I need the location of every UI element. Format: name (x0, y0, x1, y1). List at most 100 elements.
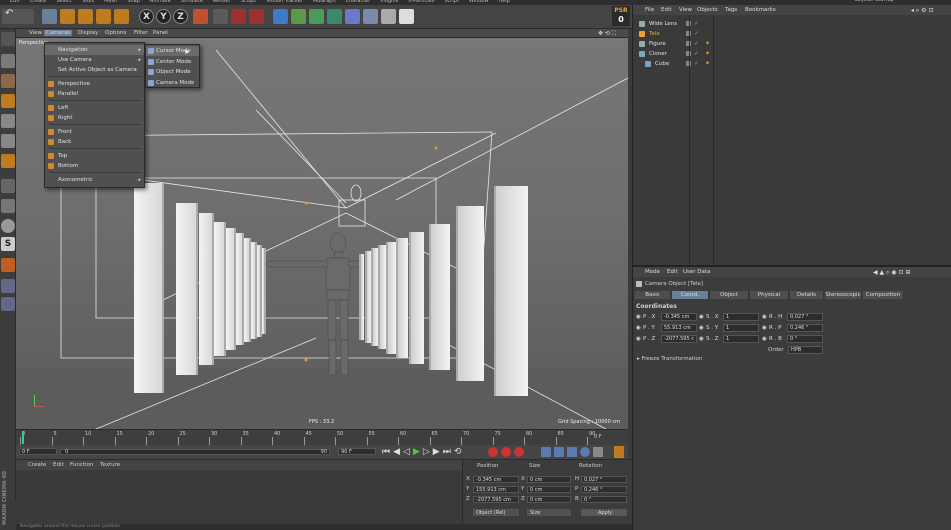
range-slider[interactable]: 0 90 (60, 449, 330, 455)
array-button[interactable] (327, 9, 342, 24)
top-menu-item[interactable]: Window (469, 0, 489, 4)
top-menu-item[interactable]: Help (499, 0, 510, 4)
rotation-field[interactable]: 0.246 ° (581, 486, 627, 493)
next-key-icon[interactable]: ▶ (433, 447, 443, 457)
camera-menu-item[interactable]: Use Camera ▸ (45, 55, 144, 65)
rotation-param-field[interactable]: 0 ° (787, 335, 823, 343)
locked-workplane-button[interactable] (1, 297, 15, 311)
material-menu-edit[interactable]: Edit (53, 462, 64, 468)
apply-button[interactable]: Apply (581, 509, 627, 516)
last-frame-icon[interactable]: ⏭ (443, 447, 454, 457)
coordinate-mode-select[interactable]: Object (Rel) (473, 509, 519, 516)
z-axis-lock-button[interactable]: Z (173, 9, 188, 24)
make-editable-button[interactable] (1, 32, 15, 46)
camera-menu-item[interactable]: Navigation ▸ (45, 45, 144, 55)
scale-param-field[interactable]: 1 (723, 324, 759, 332)
top-menu-item[interactable]: Character (346, 0, 371, 4)
enabled-check-icon[interactable]: ✓ (694, 29, 699, 39)
param-bullet-icon[interactable]: ◉ (762, 336, 767, 342)
material-menu-function[interactable]: Function (70, 462, 93, 468)
cube-clone[interactable] (494, 186, 528, 396)
floor-button[interactable] (363, 9, 378, 24)
autokey-button[interactable] (501, 447, 511, 457)
object-manager-icons[interactable]: ◂ ⌕ ⚙ ⊡ (911, 7, 934, 15)
workplane-button[interactable] (1, 258, 15, 272)
param-bullet-icon[interactable]: ◉ (699, 314, 704, 320)
size-field[interactable]: 0 cm (527, 486, 571, 493)
attribute-tab[interactable]: Stereoscopic (825, 291, 862, 299)
camera-menu-item[interactable]: Axonometric ▸ (45, 175, 144, 185)
polygons-mode-button[interactable] (1, 154, 15, 168)
object-menu-item[interactable]: View (679, 7, 692, 13)
scale-param-field[interactable]: 1 (723, 313, 759, 321)
attribute-tab[interactable]: Details (790, 291, 824, 299)
enabled-check-icon[interactable]: ✓ (694, 59, 699, 69)
viewport-menu-view[interactable]: View (29, 30, 42, 36)
position-field[interactable]: -0.345 cm (473, 476, 519, 483)
key-position-button[interactable] (541, 447, 551, 457)
param-bullet-icon[interactable]: ◉ (699, 336, 704, 342)
top-menu-item[interactable]: Snap (127, 0, 140, 4)
tweak-mode-button[interactable] (1, 199, 15, 213)
object-menu-item[interactable]: Edit (661, 7, 672, 13)
top-menu-item[interactable]: Mesh (104, 0, 117, 4)
attribute-menu-item[interactable]: Mode (645, 269, 660, 275)
rotation-param-field[interactable]: 0.027 ° (787, 313, 823, 321)
top-menu-item[interactable]: Sculpt (241, 0, 257, 4)
material-menu-create[interactable]: Create (28, 462, 46, 468)
top-menu-item[interactable]: Edit (10, 0, 20, 4)
cube-clone[interactable] (456, 206, 484, 381)
snap-button[interactable] (1, 219, 15, 233)
play-icon[interactable]: ▶ (413, 447, 423, 457)
viewport-menu-options[interactable]: Options (105, 30, 126, 36)
position-param-field[interactable]: 55.913 cm (661, 324, 697, 332)
camera-menu-item[interactable]: Left (45, 103, 144, 113)
next-frame-icon[interactable]: ▷ (423, 447, 433, 457)
world-coord-button[interactable] (193, 9, 208, 24)
object-row[interactable]: Cube ✓ ✦ (633, 59, 951, 69)
camera-menu-item[interactable]: Set Active Object as Camera (45, 65, 144, 75)
cube-clone[interactable] (365, 251, 371, 343)
size-mode-select[interactable]: Size (527, 509, 571, 516)
object-menu-item[interactable]: Bookmarks (745, 7, 776, 13)
object-menu-item[interactable]: Tags (725, 7, 737, 13)
top-menu-item[interactable]: Animate (150, 0, 171, 4)
viewport-menu-panel[interactable]: Panel (153, 30, 168, 36)
top-menu-item[interactable]: Render (213, 0, 231, 4)
param-bullet-icon[interactable]: ◉ (699, 325, 704, 331)
cube-clone[interactable] (244, 238, 251, 342)
texture-mode-button[interactable] (1, 74, 15, 88)
cube-clone[interactable] (359, 254, 364, 340)
rotate-tool-button[interactable] (96, 9, 111, 24)
cube-clone[interactable] (176, 203, 198, 375)
viewport-menu-display[interactable]: Display (78, 30, 98, 36)
key-pla-button[interactable] (593, 447, 603, 457)
spline-button[interactable] (291, 9, 306, 24)
attribute-menu-item[interactable]: Edit (667, 269, 678, 275)
param-bullet-icon[interactable]: ◉ (762, 325, 767, 331)
scale-param-field[interactable]: 1 (723, 335, 759, 343)
top-menu-item[interactable]: Plugins (380, 0, 398, 4)
object-row[interactable]: Wide Lens ✓ (633, 19, 951, 29)
keyframe-selection-button[interactable] (514, 447, 524, 457)
cube-clone[interactable] (199, 213, 214, 365)
cube-clone[interactable] (134, 183, 164, 393)
attribute-tab[interactable]: Basic (635, 291, 671, 299)
cube-clone[interactable] (396, 238, 408, 358)
attribute-tab[interactable]: Physical (750, 291, 789, 299)
object-menu-item[interactable]: Objects (697, 7, 718, 13)
top-menu-item[interactable]: Motion Tracker (266, 0, 303, 4)
param-bullet-icon[interactable]: ◉ (636, 336, 641, 342)
camera-menu-item[interactable]: Top (45, 151, 144, 161)
prev-frame-icon[interactable]: ◁ (403, 447, 413, 457)
position-field[interactable]: -2077.595 cm (473, 496, 519, 503)
top-menu-item[interactable]: Simulate (181, 0, 203, 4)
viewport-menu-cameras[interactable]: Cameras (44, 30, 73, 36)
attribute-tab[interactable]: Composition (863, 291, 904, 299)
model-mode-button[interactable] (1, 54, 15, 68)
points-mode-button[interactable] (1, 114, 15, 128)
edges-mode-button[interactable] (1, 134, 15, 148)
object-row[interactable]: Tele ✓ (633, 29, 951, 39)
size-field[interactable]: 0 cm (527, 476, 571, 483)
camera-menu-item[interactable]: Right (45, 113, 144, 123)
